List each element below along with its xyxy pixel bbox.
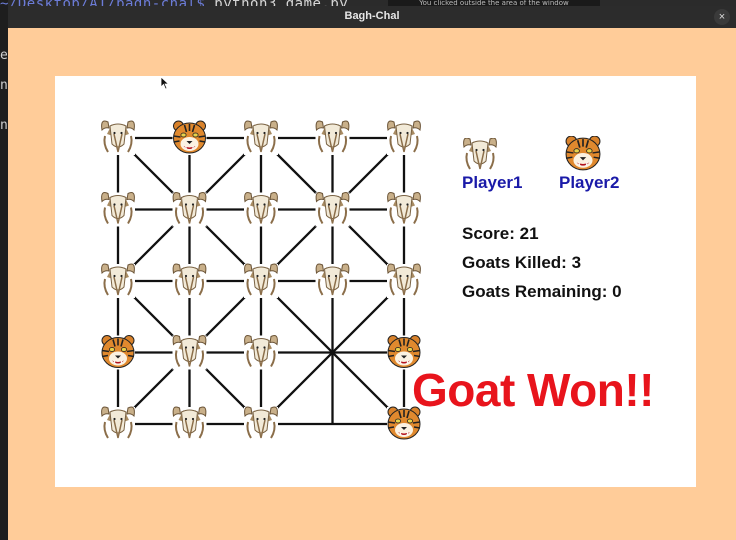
- goats-remaining-label: Goats Remaining: 0: [462, 282, 622, 301]
- goat-piece-icon[interactable]: [315, 263, 350, 298]
- goat-piece-icon[interactable]: [386, 191, 422, 227]
- game-panel: Player1 Player2 Score: 21 Goats Killed: …: [55, 76, 696, 487]
- window-titlebar[interactable]: Bagh-Chal ×: [8, 6, 736, 28]
- goat-piece-icon[interactable]: [172, 191, 207, 227]
- tiger-piece-icon[interactable]: [172, 120, 207, 155]
- goat-piece-icon[interactable]: [100, 191, 136, 227]
- goat-piece-icon[interactable]: [172, 334, 207, 370]
- goat-piece-icon[interactable]: [243, 406, 279, 441]
- terminal-background: e n n: [0, 0, 8, 540]
- player1-label: Player1: [462, 173, 523, 192]
- goat-piece-icon[interactable]: [100, 263, 136, 298]
- goat-piece-icon[interactable]: [386, 120, 422, 155]
- goats-killed-label: Goats Killed: 3: [462, 253, 582, 272]
- window-title: Bagh-Chal: [344, 10, 400, 22]
- goat-piece-icon[interactable]: [172, 406, 207, 441]
- result-message: Goat Won!!: [412, 364, 654, 416]
- goat-piece-icon[interactable]: [243, 334, 279, 370]
- goat-piece-icon[interactable]: [243, 120, 279, 155]
- goat-piece-icon[interactable]: [243, 191, 279, 227]
- window-content: Player1 Player2 Score: 21 Goats Killed: …: [8, 28, 736, 540]
- score-label: Score: 21: [462, 224, 539, 243]
- goat-piece-icon[interactable]: [100, 120, 136, 155]
- player2-label: Player2: [559, 173, 620, 192]
- goat-piece-icon[interactable]: [315, 191, 350, 227]
- player1-goat-icon: [463, 138, 497, 170]
- goat-piece-icon[interactable]: [100, 406, 136, 441]
- game-window: Bagh-Chal × Player1 Player2 Score: 21 Go…: [8, 6, 736, 540]
- goat-piece-icon[interactable]: [243, 263, 279, 298]
- goat-piece-icon[interactable]: [315, 120, 350, 155]
- goat-piece-icon[interactable]: [172, 263, 207, 298]
- player2-tiger-icon: [565, 136, 601, 171]
- close-button[interactable]: ×: [714, 9, 730, 25]
- tiger-piece-icon[interactable]: [101, 334, 135, 370]
- mouse-pointer-icon: [160, 76, 170, 90]
- goat-piece-icon[interactable]: [386, 263, 422, 298]
